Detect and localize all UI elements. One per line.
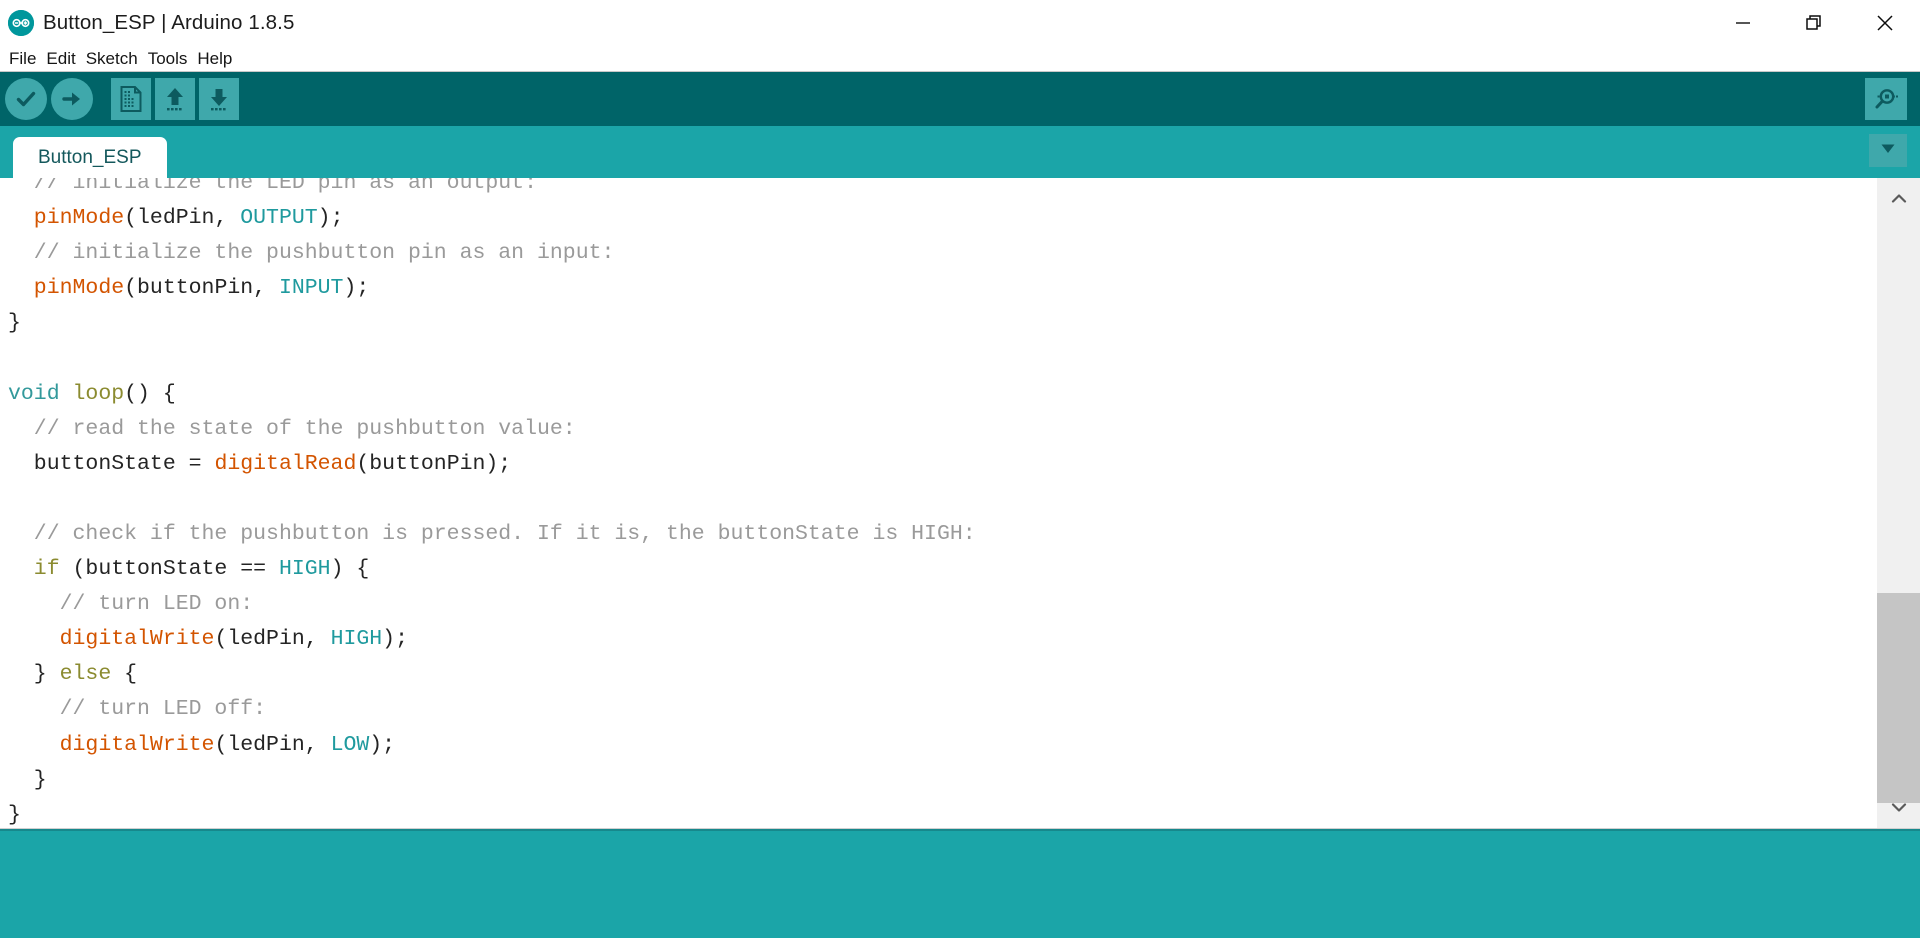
verify-button[interactable] <box>5 78 47 120</box>
code-line: // check if the pushbutton is pressed. I… <box>8 521 976 546</box>
code-line: pinMode(ledPin, OUTPUT); <box>8 206 344 231</box>
menu-item-sketch[interactable]: Sketch <box>81 47 143 71</box>
menu-item-help[interactable]: Help <box>192 47 237 71</box>
toolbar <box>0 72 1920 126</box>
arrow-up-open-icon <box>162 85 188 113</box>
open-button[interactable] <box>155 78 195 120</box>
code-line: } else { <box>8 662 138 687</box>
scroll-up-button[interactable] <box>1877 178 1920 220</box>
serial-monitor-button[interactable] <box>1865 78 1907 120</box>
tab-button-esp[interactable]: Button_ESP <box>13 137 167 178</box>
minimize-button[interactable] <box>1707 0 1778 46</box>
code-line: if (buttonState == HIGH) { <box>8 557 370 582</box>
tab-bar: Button_ESP <box>0 126 1920 178</box>
scroll-down-button[interactable] <box>1877 786 1920 828</box>
code-editor[interactable]: // initialize the LED pin as an output: … <box>0 178 1920 829</box>
code-line: buttonState = digitalRead(buttonPin); <box>8 451 512 476</box>
code-line: // turn LED off: <box>8 697 267 722</box>
chevron-down-icon <box>1877 137 1899 164</box>
upload-button[interactable] <box>51 78 93 120</box>
scrollbar-thumb[interactable] <box>1877 593 1920 803</box>
code-line: pinMode(buttonPin, INPUT); <box>8 276 370 301</box>
checkmark-icon <box>13 86 39 112</box>
magnifier-icon <box>1872 85 1900 113</box>
close-button[interactable] <box>1849 0 1920 46</box>
menu-item-edit[interactable]: Edit <box>41 47 80 71</box>
new-button[interactable] <box>111 78 151 120</box>
chevron-down-icon <box>1889 797 1909 817</box>
code-line: } <box>8 311 21 336</box>
code-line: } <box>8 767 47 792</box>
chevron-up-icon <box>1889 189 1909 209</box>
menu-item-file[interactable]: File <box>4 47 41 71</box>
tab-menu-button[interactable] <box>1869 134 1907 167</box>
code-line: void loop() { <box>8 381 176 406</box>
restore-button[interactable] <box>1778 0 1849 46</box>
editor-vertical-scrollbar[interactable] <box>1876 178 1920 828</box>
menu-item-tools[interactable]: Tools <box>143 47 193 71</box>
code-line: } <box>8 802 21 827</box>
tab-label: Button_ESP <box>38 146 142 168</box>
code-line: digitalWrite(ledPin, LOW); <box>8 732 396 757</box>
arrow-down-save-icon <box>206 85 232 113</box>
code-line: // initialize the pushbutton pin as an i… <box>8 241 615 266</box>
menu-bar: File Edit Sketch Tools Help <box>0 46 1920 72</box>
code-line: digitalWrite(ledPin, HIGH); <box>8 627 408 652</box>
title-bar: Button_ESP | Arduino 1.8.5 <box>0 0 1920 46</box>
save-button[interactable] <box>199 78 239 120</box>
code-line: // initialize the LED pin as an output: <box>8 178 537 195</box>
window-controls <box>1707 0 1920 46</box>
console-panel <box>0 829 1920 938</box>
code-line: // turn LED on: <box>8 592 254 617</box>
code-line: // read the state of the pushbutton valu… <box>8 416 576 441</box>
window-title: Button_ESP | Arduino 1.8.5 <box>43 11 295 34</box>
code-text[interactable]: // initialize the LED pin as an output: … <box>0 178 1874 828</box>
arrow-right-icon <box>59 86 85 112</box>
new-document-icon <box>118 85 144 113</box>
arduino-infinity-logo <box>8 10 34 36</box>
